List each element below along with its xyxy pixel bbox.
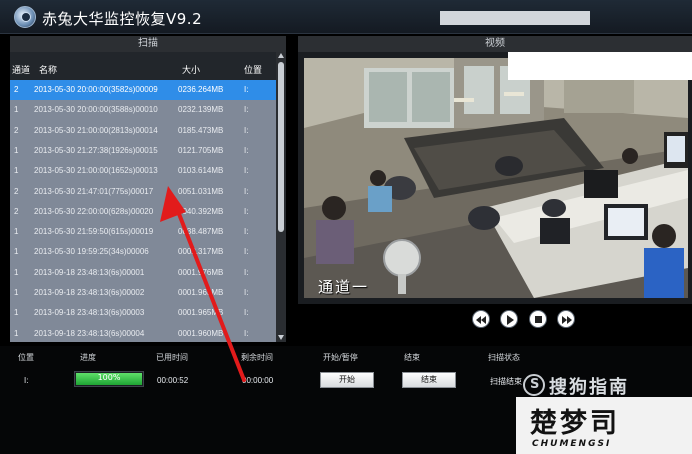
sogou-logo-icon — [523, 374, 545, 396]
chumengsi-watermark-text: 楚梦司 — [530, 408, 620, 439]
sogou-watermark: 搜狗指南 — [523, 372, 692, 398]
sogou-watermark-text: 搜狗指南 — [549, 377, 629, 398]
chumengsi-watermark: 楚梦司 CHUMENGSI — [516, 397, 692, 454]
chumengsi-watermark-sub: CHUMENGSI — [532, 439, 612, 449]
